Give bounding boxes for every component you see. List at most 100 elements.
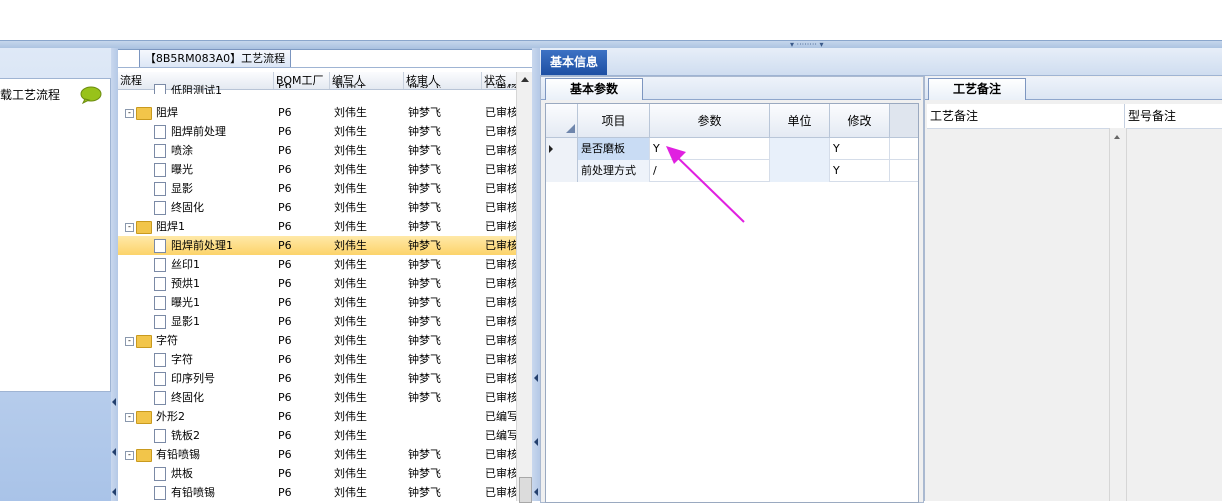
tree-cell-process[interactable]: - 外形2 <box>118 407 274 426</box>
tree-cell-bom[interactable]: P6 <box>278 103 330 122</box>
collapse-toggle-icon[interactable]: - <box>125 412 134 422</box>
tree-cell-process[interactable]: - 阻焊1 <box>118 217 274 236</box>
tree-cell-reviewer[interactable]: 钟梦飞 <box>408 84 482 88</box>
tree-cell-reviewer[interactable]: 钟梦飞 <box>408 198 482 217</box>
tree-cell-status[interactable]: 已审核 <box>485 141 516 160</box>
grid-corner[interactable] <box>546 104 578 138</box>
notes-col-process[interactable]: 工艺备注 <box>927 104 1125 128</box>
middle-splitter[interactable] <box>532 48 540 501</box>
tree-cell-process[interactable]: 阻焊前处理1 <box>118 236 274 255</box>
collapse-icon[interactable] <box>534 438 538 446</box>
tree-cell-bom[interactable]: P6 <box>278 388 330 407</box>
tree-cell-writer[interactable]: 刘伟生 <box>334 103 404 122</box>
tree-cell-process[interactable]: 丝印1 <box>118 255 274 274</box>
collapse-left-icon[interactable] <box>112 398 116 406</box>
tree-cell-status[interactable]: 已审核 <box>485 179 516 198</box>
collapse-icon[interactable] <box>534 374 538 382</box>
tree-cell-writer[interactable]: 刘伟生 <box>334 198 404 217</box>
grid-col-modify[interactable]: 修改 <box>830 104 890 138</box>
tree-cell-process[interactable]: 终固化 <box>118 198 274 217</box>
tree-row[interactable]: - 阻焊1 P6 刘伟生 钟梦飞 已审核 <box>118 217 516 236</box>
tree-cell-process[interactable]: 印序列号 <box>118 369 274 388</box>
collapse-left-icon[interactable] <box>112 448 116 456</box>
tree-cell-bom[interactable]: P6 <box>278 312 330 331</box>
tree-cell-status[interactable]: 已审核 <box>485 331 516 350</box>
tree-cell-bom[interactable]: P6 <box>278 217 330 236</box>
grid-cell-modify[interactable]: Y <box>830 138 890 160</box>
tab-basic-info[interactable]: 基本信息 <box>541 50 607 75</box>
tree-cell-writer[interactable]: 刘伟生 <box>334 445 404 464</box>
tree-cell-bom[interactable]: P6 <box>278 255 330 274</box>
tree-cell-status[interactable]: 已审核 <box>485 293 516 312</box>
tree-row[interactable]: 阻焊前处理 P6 刘伟生 钟梦飞 已审核 <box>118 122 516 141</box>
tree-cell-writer[interactable]: 刘伟生 <box>334 217 404 236</box>
grid-col-unit[interactable]: 单位 <box>770 104 830 138</box>
tree-cell-writer[interactable]: 刘伟生 <box>334 407 404 426</box>
process-tree-tab[interactable]: 【8B5RM083A0】工艺流程 <box>139 49 291 68</box>
tree-cell-bom[interactable]: P6 <box>278 350 330 369</box>
tree-row[interactable]: 字符 P6 刘伟生 钟梦飞 已审核 <box>118 350 516 369</box>
scroll-up-icon[interactable] <box>1114 135 1120 139</box>
notes-col-model[interactable]: 型号备注 <box>1125 104 1222 128</box>
tree-cell-writer[interactable]: 刘伟生 <box>334 426 404 445</box>
tree-cell-status[interactable]: 已审核 <box>485 274 516 293</box>
tree-cell-reviewer[interactable]: 钟梦飞 <box>408 217 482 236</box>
tree-cell-bom[interactable]: P6 <box>278 426 330 445</box>
left-splitter[interactable] <box>111 48 118 501</box>
tree-row[interactable]: 喷涂 P6 刘伟生 钟梦飞 已审核 <box>118 141 516 160</box>
row-indicator[interactable] <box>546 160 578 182</box>
tree-cell-reviewer[interactable]: 钟梦飞 <box>408 141 482 160</box>
collapse-toggle-icon[interactable]: - <box>125 450 134 460</box>
tree-cell-process[interactable]: - 阻焊 <box>118 103 274 122</box>
tree-cell-bom[interactable]: P6 <box>278 160 330 179</box>
tree-cell-process[interactable]: - 有铅喷锡 <box>118 445 274 464</box>
tree-cell-writer[interactable]: 刘伟生 <box>334 293 404 312</box>
tree-cell-reviewer[interactable]: 钟梦飞 <box>408 331 482 350</box>
tree-cell-writer[interactable]: 刘伟生 <box>334 160 404 179</box>
collapse-toggle-icon[interactable]: - <box>125 336 134 346</box>
tree-cell-status[interactable]: 已编写 <box>485 426 516 445</box>
tree-cell-bom[interactable]: P6 <box>278 236 330 255</box>
tree-cell-bom[interactable]: P6 <box>278 483 330 502</box>
tree-cell-status[interactable]: 已审核 <box>485 122 516 141</box>
collapse-toggle-icon[interactable]: - <box>125 222 134 232</box>
grid-col-item[interactable]: 项目 <box>578 104 650 138</box>
tree-cell-writer[interactable]: 刘伟生 <box>334 331 404 350</box>
collapse-icon[interactable] <box>534 488 538 496</box>
tree-scrollbar[interactable] <box>516 72 533 503</box>
tree-cell-status[interactable]: 已审核 <box>485 160 516 179</box>
scroll-thumb[interactable] <box>519 477 532 503</box>
tree-cell-status[interactable]: 已审核 <box>485 198 516 217</box>
notes-scrollbar[interactable] <box>1109 128 1127 501</box>
left-nav-item-process[interactable]: 载工艺流程 <box>0 86 60 103</box>
tree-cell-process[interactable]: 预烘1 <box>118 274 274 293</box>
tree-row[interactable]: 有铅喷锡 P6 刘伟生 钟梦飞 已审核 <box>118 483 516 502</box>
tree-row[interactable]: 印序列号 P6 刘伟生 钟梦飞 已审核 <box>118 369 516 388</box>
tab-process-notes[interactable]: 工艺备注 <box>928 78 1026 100</box>
tree-cell-process[interactable]: 喷涂 <box>118 141 274 160</box>
tree-row[interactable]: 显影 P6 刘伟生 钟梦飞 已审核 <box>118 179 516 198</box>
tree-cell-reviewer[interactable]: 钟梦飞 <box>408 350 482 369</box>
tree-cell-reviewer[interactable]: 钟梦飞 <box>408 388 482 407</box>
tree-cell-process[interactable]: - 字符 <box>118 331 274 350</box>
tree-cell-status[interactable]: 已审核 <box>485 445 516 464</box>
grid-cell-unit[interactable] <box>770 160 830 182</box>
tree-cell-status[interactable]: 已审核 <box>485 84 516 88</box>
tree-cell-reviewer[interactable]: 钟梦飞 <box>408 312 482 331</box>
tree-cell-bom[interactable]: P6 <box>278 369 330 388</box>
tree-cell-status[interactable]: 已审核 <box>485 312 516 331</box>
tree-cell-reviewer[interactable]: 钟梦飞 <box>408 255 482 274</box>
tree-cell-bom[interactable]: P6 <box>278 179 330 198</box>
tree-cell-status[interactable]: 已审核 <box>485 483 516 502</box>
tree-row[interactable]: 终固化 P6 刘伟生 钟梦飞 已审核 <box>118 198 516 217</box>
tree-cell-process[interactable]: 阻焊前处理 <box>118 122 274 141</box>
tree-row[interactable]: 曝光1 P6 刘伟生 钟梦飞 已审核 <box>118 293 516 312</box>
tree-row[interactable]: - 字符 P6 刘伟生 钟梦飞 已审核 <box>118 331 516 350</box>
tree-cell-reviewer[interactable]: 钟梦飞 <box>408 122 482 141</box>
tree-cell-writer[interactable]: 刘伟生 <box>334 84 404 88</box>
tree-cell-status[interactable]: 已审核 <box>485 255 516 274</box>
scroll-up-icon[interactable] <box>521 77 529 82</box>
tree-cell-process[interactable]: 字符 <box>118 350 274 369</box>
tree-cell-writer[interactable]: 刘伟生 <box>334 312 404 331</box>
tree-cell-writer[interactable]: 刘伟生 <box>334 255 404 274</box>
